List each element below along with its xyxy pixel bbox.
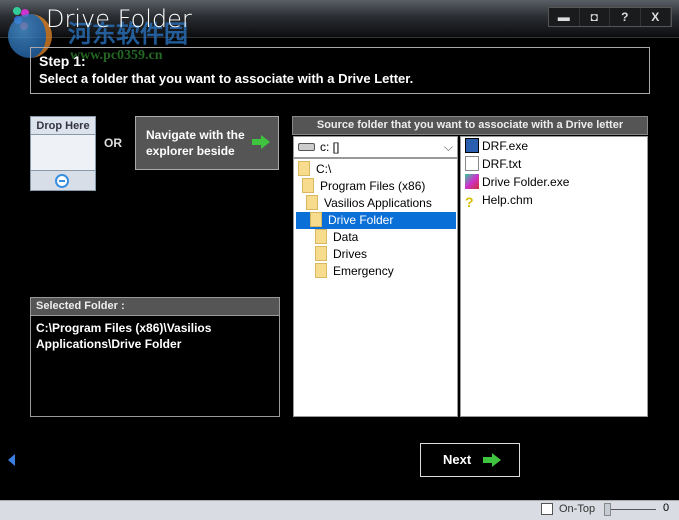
navigate-label-2: explorer beside bbox=[146, 144, 235, 158]
drive-select[interactable]: c: [] ⌵ bbox=[293, 136, 458, 158]
remove-icon[interactable] bbox=[55, 174, 69, 188]
drive-value: c: [] bbox=[320, 140, 340, 154]
next-label: Next bbox=[443, 452, 472, 467]
file-item[interactable]: Drive Folder.exe bbox=[465, 173, 569, 191]
drop-zone[interactable]: Drop Here bbox=[30, 116, 96, 191]
folder-icon bbox=[298, 161, 310, 176]
tree-item[interactable]: C:\ bbox=[298, 161, 331, 178]
tree-item[interactable]: Vasilios Applications bbox=[306, 195, 432, 212]
folder-tree[interactable]: C:\ Program Files (x86) Vasilios Applica… bbox=[293, 158, 458, 417]
navigate-label-1: Navigate with the bbox=[146, 128, 245, 142]
opacity-slider-track[interactable] bbox=[606, 509, 656, 510]
ontop-label: On-Top bbox=[559, 503, 596, 515]
drive-icon bbox=[298, 143, 315, 151]
or-label: OR bbox=[104, 136, 122, 150]
opacity-slider-thumb[interactable] bbox=[604, 503, 611, 516]
folder-icon bbox=[315, 229, 327, 244]
help-button[interactable]: ? bbox=[610, 8, 641, 26]
window-controls: ▬ ◘ ? X bbox=[548, 7, 672, 27]
tree-item[interactable]: Program Files (x86) bbox=[302, 178, 425, 195]
step-description: Select a folder that you want to associa… bbox=[39, 71, 414, 86]
next-button[interactable]: Next bbox=[420, 443, 520, 477]
help-file-icon: ? bbox=[465, 194, 474, 210]
tree-item[interactable]: Drives bbox=[315, 246, 367, 263]
folder-icon bbox=[310, 212, 322, 227]
folder-icon bbox=[306, 195, 318, 210]
tree-item[interactable]: Emergency bbox=[315, 263, 394, 280]
app-icon bbox=[465, 174, 479, 189]
step-title: Step 1: bbox=[39, 53, 86, 69]
tree-item[interactable]: Data bbox=[315, 229, 358, 246]
exe-icon bbox=[465, 138, 479, 153]
arrow-right-icon bbox=[483, 453, 501, 467]
chevron-down-icon: ⌵ bbox=[443, 140, 453, 154]
close-button[interactable]: X bbox=[641, 8, 671, 26]
file-list[interactable]: DRF.exe DRF.txt Drive Folder.exe ? Help.c… bbox=[460, 136, 648, 417]
window-title: Drive Folder bbox=[46, 5, 192, 33]
ontop-checkbox[interactable] bbox=[541, 503, 553, 515]
arrow-right-icon bbox=[252, 135, 270, 149]
selected-folder-header: Selected Folder : bbox=[30, 297, 280, 316]
folder-icon bbox=[315, 246, 327, 261]
drop-label: Drop Here bbox=[31, 117, 95, 135]
file-item[interactable]: ? Help.chm bbox=[465, 191, 533, 210]
tree-item-selected[interactable]: Drive Folder bbox=[296, 212, 456, 229]
folder-icon bbox=[315, 263, 327, 278]
navigate-button[interactable]: Navigate with the explorer beside bbox=[135, 116, 279, 170]
file-item[interactable]: DRF.txt bbox=[465, 155, 521, 173]
file-item[interactable]: DRF.exe bbox=[465, 137, 528, 155]
source-header: Source folder that you want to associate… bbox=[292, 116, 648, 135]
selected-folder-path: C:\Program Files (x86)\Vasilios Applicat… bbox=[30, 316, 280, 417]
folder-icon bbox=[302, 178, 314, 193]
minimize-button[interactable]: ▬ bbox=[549, 8, 580, 26]
back-arrow-icon[interactable] bbox=[8, 454, 15, 466]
text-file-icon bbox=[465, 156, 479, 171]
restore-button[interactable]: ◘ bbox=[580, 8, 610, 26]
slider-value: 0 bbox=[663, 502, 670, 514]
step-panel: Step 1: Select a folder that you want to… bbox=[30, 47, 650, 94]
